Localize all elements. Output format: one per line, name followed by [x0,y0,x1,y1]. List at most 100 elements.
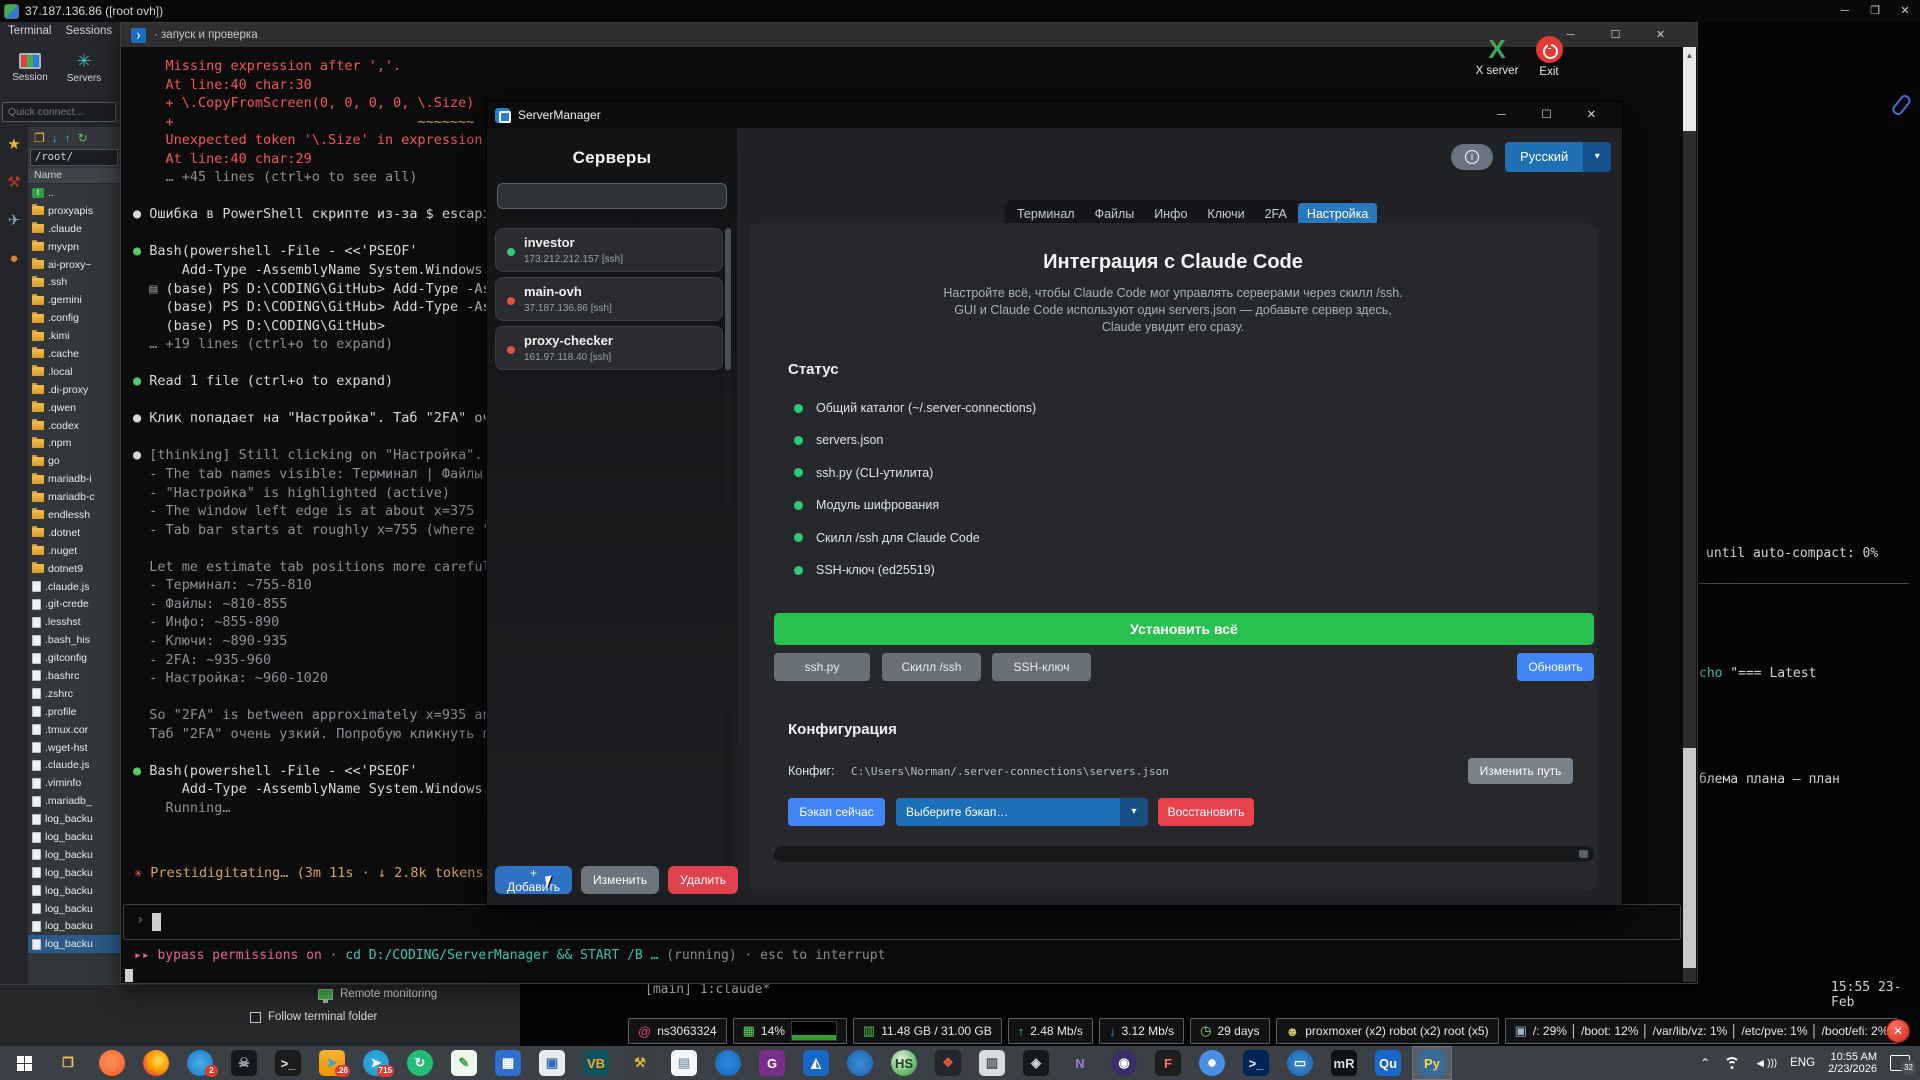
component-button-1[interactable]: ssh.py [774,653,870,681]
refresh-icon[interactable]: ↻ [78,131,88,145]
file-row[interactable]: .qwen [28,399,120,417]
taskbar-remote-monitor[interactable]: ▭ [1280,1046,1320,1080]
file-row[interactable]: proxyapis [28,202,120,220]
file-row[interactable]: .gemini [28,291,120,309]
terminal-scrollbar[interactable]: ▲ [1683,47,1696,982]
file-row[interactable]: .config [28,309,120,327]
file-row[interactable]: .lesshst [28,613,120,631]
wifi-icon[interactable] [1723,1057,1741,1070]
taskbar-mascot-app[interactable] [840,1046,880,1080]
file-row[interactable]: .local [28,363,120,381]
taskbar-command-prompt[interactable]: >_ [268,1046,308,1080]
file-row[interactable]: mariadb-c [28,488,120,506]
file-row[interactable]: dotnet9 [28,560,120,578]
file-row[interactable]: .codex [28,417,120,435]
taskbar-sync-app[interactable]: ↻ [400,1046,440,1080]
claude-input-box[interactable]: › [123,904,1681,940]
taskbar-powershell[interactable]: >_ [1236,1046,1276,1080]
file-row[interactable]: .gitconfig [28,649,120,667]
taskbar-remote-desktop[interactable]: ❖ [928,1046,968,1080]
file-row[interactable]: .wget-hst [28,739,120,757]
file-row[interactable]: endlessh [28,506,120,524]
taskbar-figma[interactable]: F [1148,1046,1188,1080]
file-row[interactable]: .viminfo [28,774,120,792]
server-search-input[interactable] [497,183,727,209]
file-row[interactable]: .npm [28,434,120,452]
servermanager-maximize-button[interactable]: ☐ [1524,102,1569,128]
ribbon-servers-button[interactable]: ✳ Servers [60,42,108,94]
file-column-header[interactable]: Name [28,168,120,184]
file-row[interactable]: log_backu [28,918,120,936]
statusbar-close-icon[interactable]: ✕ [1886,1019,1910,1043]
taskbar-quick-utmo[interactable]: Qu [1368,1046,1408,1080]
tab-файлы[interactable]: Файлы [1086,203,1144,225]
file-row[interactable]: log_backu [28,900,120,918]
tab-настройка[interactable]: Настройка [1298,203,1378,225]
taskbar-brave-browser[interactable] [92,1046,132,1080]
taskbar-vb-tool[interactable]: VB [576,1046,616,1080]
horizontal-scrollbar[interactable] [774,846,1594,862]
tray-chevron-up-icon[interactable]: ⌃ [1700,1056,1710,1070]
notification-center-icon[interactable]: 32 [1890,1055,1910,1071]
taskbar-mremoteng[interactable]: mR [1324,1046,1364,1080]
taskbar-telegram-orange[interactable]: ➤.26 [312,1046,352,1080]
taskbar-photos[interactable]: ◭ [796,1046,836,1080]
start-button[interactable] [0,1046,48,1080]
taskbar-github-desktop[interactable]: ◉ [1104,1046,1144,1080]
file-row[interactable]: mariadb-i [28,470,120,488]
taskbar-heidisql[interactable]: HS [884,1046,924,1080]
file-row[interactable]: go [28,452,120,470]
speaker-icon[interactable]: ◄))) [1754,1056,1777,1070]
hscroll-thumb[interactable] [1579,850,1588,858]
x-server-button[interactable]: X X server [1462,36,1532,77]
taskbar-messenger-bird[interactable] [708,1046,748,1080]
servermanager-close-button[interactable]: ✕ [1569,102,1614,128]
taskbar-python-terminal[interactable]: Py [1412,1046,1452,1080]
menu-item-terminal[interactable]: Terminal [8,25,51,37]
taskbar-app-window[interactable]: ▣ [532,1046,572,1080]
backup-now-button[interactable]: Бэкап сейчас [788,798,885,826]
servermanager-titlebar[interactable]: ServerManager ─ ☐ ✕ [487,102,1622,128]
taskbar-system-monitor[interactable]: ▥ [972,1046,1012,1080]
sidebar-scrollbar-thumb[interactable] [725,228,731,370]
mobaxterm-close-button[interactable]: ✕ [1890,0,1920,22]
server-card-investor[interactable]: investor173.212.212.157 [ssh] [495,228,723,272]
file-row[interactable]: .claude.js [28,757,120,775]
taskbar-telegram[interactable]: ➤715 [356,1046,396,1080]
taskbar-chromium[interactable] [1192,1046,1232,1080]
scrollbar-up-arrow[interactable]: ▲ [1683,47,1696,131]
file-row[interactable]: log_backu [28,935,120,953]
favorites-star-icon[interactable]: ★ [7,137,20,153]
file-row[interactable]: .nuget [28,542,120,560]
server-card-proxy-checker[interactable]: proxy-checker161.97.118.40 [ssh] [495,326,723,370]
file-row[interactable]: log_backu [28,882,120,900]
file-row[interactable]: .cache [28,345,120,363]
sftp-path-field[interactable]: /root/ [30,149,118,166]
file-row[interactable]: .claude.js [28,578,120,596]
file-row[interactable]: ai-proxy~ [28,256,120,274]
tab-инфо[interactable]: Инфо [1145,203,1196,225]
servermanager-minimize-button[interactable]: ─ [1479,102,1524,128]
terminal-titlebar[interactable]: ❯ · запуск и проверка ─ ☐ ✕ [121,23,1697,47]
menu-item-sessions[interactable]: Sessions [65,25,112,37]
ribbon-session-button[interactable]: Session [6,42,54,94]
file-row[interactable]: .dotnet [28,524,120,542]
quick-connect-input[interactable] [2,102,116,122]
file-row[interactable]: t.. [28,184,120,202]
file-row[interactable]: .git-crede [28,595,120,613]
tab-2fa[interactable]: 2FA [1256,203,1296,225]
folder-up-icon[interactable]: ❒ [34,131,45,145]
remote-monitoring-button[interactable]: Remote monitoring [318,988,437,1000]
tray-clock[interactable]: 10:55 AM 2/23/2026 [1828,1051,1877,1075]
taskbar-file-explorer[interactable]: ❒ [48,1046,88,1080]
restore-button[interactable]: Восстановить [1158,798,1254,826]
install-all-button[interactable]: Установить всё [774,613,1594,645]
terminal-close-button[interactable]: ✕ [1638,23,1683,47]
mobaxterm-minimize-button[interactable]: ─ [1830,0,1860,22]
globe-icon[interactable]: ● [9,251,18,267]
file-row[interactable]: .zshrc [28,685,120,703]
taskbar-proxy-tool[interactable]: ☠ [224,1046,264,1080]
file-row[interactable]: .ssh [28,273,120,291]
info-button[interactable]: i [1451,144,1493,170]
scrollbar-thumb[interactable] [1683,748,1696,968]
